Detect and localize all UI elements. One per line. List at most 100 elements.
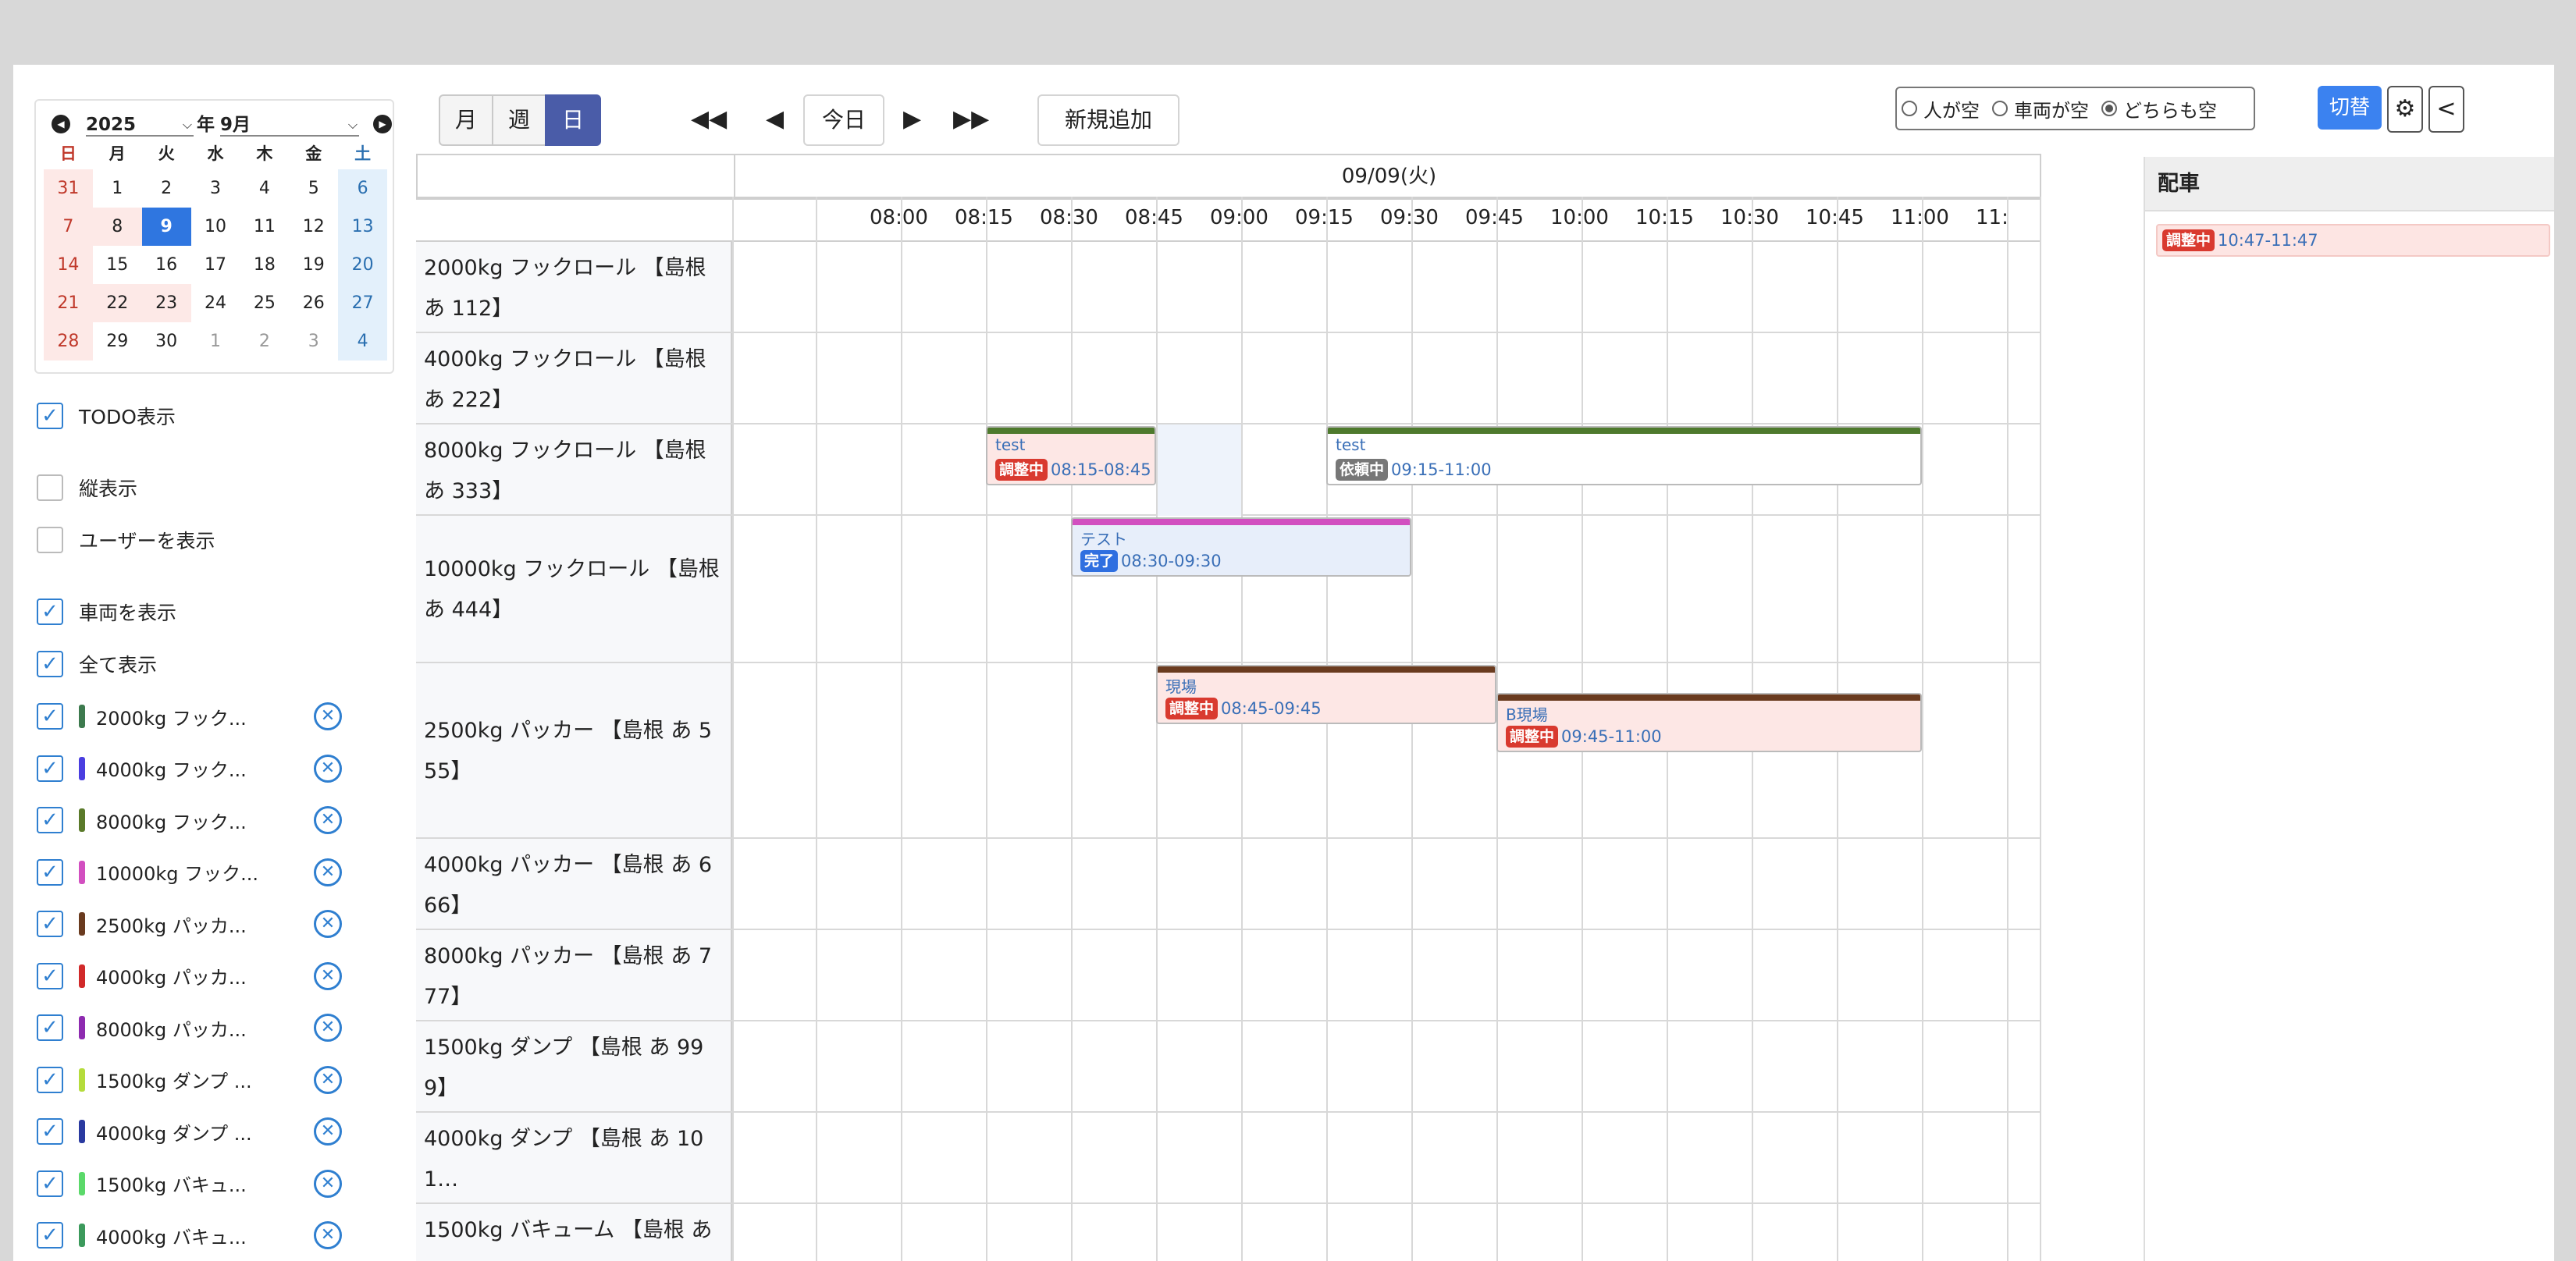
calendar-day[interactable]: 11 bbox=[240, 208, 289, 246]
vehicle-filter-item[interactable]: ✓ 2500kg パッカ... ✕ bbox=[37, 908, 365, 940]
view-month-button[interactable]: 月 bbox=[439, 94, 493, 146]
vertical-checkbox[interactable] bbox=[37, 474, 63, 501]
vehicle-filter-item[interactable]: ✓ 2000kg フック... ✕ bbox=[37, 701, 365, 732]
switch-button[interactable]: 切替 bbox=[2318, 86, 2382, 130]
calendar-day[interactable]: 14 bbox=[44, 246, 93, 284]
remove-icon[interactable]: ✕ bbox=[314, 1169, 342, 1198]
month-select[interactable]: 9月 ⌵ bbox=[220, 113, 359, 137]
year-select[interactable]: 2025 ⌵ bbox=[86, 113, 194, 137]
vehicle-checkbox[interactable]: ✓ bbox=[37, 755, 63, 782]
radio-dot[interactable] bbox=[1902, 101, 1917, 116]
calendar-day[interactable]: 5 bbox=[289, 169, 338, 208]
show-users-checkbox[interactable] bbox=[37, 527, 63, 553]
calendar-day[interactable]: 28 bbox=[44, 322, 93, 361]
vehicle-filter-item[interactable]: ✓ 8000kg フック... ✕ bbox=[37, 805, 365, 836]
vertical-option[interactable]: 縦表示 bbox=[37, 472, 137, 503]
next-fast-icon[interactable]: ▶▶ bbox=[953, 104, 989, 135]
view-week-button[interactable]: 週 bbox=[492, 94, 546, 146]
vehicle-filter-item[interactable]: ✓ 1500kg バキュ... ✕ bbox=[37, 1168, 365, 1199]
vehicle-filter-item[interactable]: ✓ 8000kg パッカ... ✕ bbox=[37, 1012, 365, 1043]
vehicle-checkbox[interactable]: ✓ bbox=[37, 1014, 63, 1041]
vehicle-checkbox[interactable]: ✓ bbox=[37, 1118, 63, 1145]
vehicle-row[interactable]: 4000kg パッカー 【島根 あ 666】 bbox=[416, 839, 2041, 930]
remove-icon[interactable]: ✕ bbox=[314, 702, 342, 730]
next-icon[interactable]: ▶ bbox=[903, 104, 921, 135]
vehicle-row[interactable]: 4000kg ダンプ 【島根 あ 101… bbox=[416, 1113, 2041, 1204]
vehicle-filter-item[interactable]: ✓ 4000kg バキュ... ✕ bbox=[37, 1220, 365, 1251]
calendar-day[interactable]: 29 bbox=[93, 322, 142, 361]
view-day-button[interactable]: 日 bbox=[545, 94, 601, 146]
schedule-event[interactable]: テスト 完了 08:30-09:30 bbox=[1071, 517, 1411, 577]
vehicle-checkbox[interactable]: ✓ bbox=[37, 1066, 63, 1093]
calendar-day[interactable]: 9 bbox=[141, 208, 191, 246]
schedule-event[interactable]: test 依頼中 09:15-11:00 bbox=[1326, 426, 1922, 485]
vehicle-filter-item[interactable]: ✓ 10000kg フック... ✕ bbox=[37, 857, 365, 888]
calendar-day[interactable]: 24 bbox=[191, 284, 240, 322]
calendar-day[interactable]: 15 bbox=[93, 246, 142, 284]
calendar-day[interactable]: 4 bbox=[240, 169, 289, 208]
calendar-day[interactable]: 17 bbox=[191, 246, 240, 284]
remove-icon[interactable]: ✕ bbox=[314, 1014, 342, 1042]
radio-dot[interactable] bbox=[1992, 101, 2008, 116]
vehicle-checkbox[interactable]: ✓ bbox=[37, 911, 63, 937]
schedule-event[interactable]: B現場 調整中 09:45-11:00 bbox=[1496, 693, 1922, 752]
vehicle-row[interactable]: 8000kg パッカー 【島根 あ 777】 bbox=[416, 930, 2041, 1021]
radio-vehicle-empty[interactable]: 車両が空 bbox=[1992, 95, 2089, 123]
vehicle-checkbox[interactable]: ✓ bbox=[37, 1170, 63, 1197]
todo-option[interactable]: ✓ TODO表示 bbox=[37, 400, 176, 432]
calendar-day[interactable]: 8 bbox=[92, 208, 142, 246]
calendar-day[interactable]: 10 bbox=[191, 208, 240, 246]
calendar-day[interactable]: 12 bbox=[289, 208, 338, 246]
calendar-day[interactable]: 4 bbox=[338, 322, 388, 361]
show-vehicles-checkbox[interactable]: ✓ bbox=[37, 599, 63, 625]
calendar-day[interactable]: 2 bbox=[240, 322, 289, 361]
remove-icon[interactable]: ✕ bbox=[314, 1117, 342, 1146]
calendar-day[interactable]: 31 bbox=[44, 169, 93, 208]
calendar-day[interactable]: 27 bbox=[338, 284, 388, 322]
schedule-event[interactable]: test 調整中 08:15-08:45 bbox=[986, 426, 1156, 485]
calendar-day[interactable]: 3 bbox=[191, 169, 240, 208]
calendar-day[interactable]: 23 bbox=[141, 284, 191, 322]
show-all-option[interactable]: ✓ 全て表示 bbox=[37, 648, 157, 680]
radio-dot-selected[interactable] bbox=[2101, 101, 2117, 116]
collapse-panel-icon[interactable]: < bbox=[2428, 86, 2464, 133]
calendar-day[interactable]: 22 bbox=[92, 284, 142, 322]
vehicle-filter-item[interactable]: ✓ 4000kg フック... ✕ bbox=[37, 753, 365, 784]
calendar-day[interactable]: 30 bbox=[142, 322, 191, 361]
remove-icon[interactable]: ✕ bbox=[314, 754, 342, 783]
vehicle-checkbox[interactable]: ✓ bbox=[37, 1222, 63, 1249]
vehicle-row[interactable]: 2000kg フックロール 【島根 あ 112】 bbox=[416, 242, 2041, 333]
calendar-day[interactable]: 21 bbox=[44, 284, 93, 322]
calendar-day[interactable]: 20 bbox=[338, 246, 388, 284]
remove-icon[interactable]: ✕ bbox=[314, 1065, 342, 1094]
radio-person-empty[interactable]: 人が空 bbox=[1902, 95, 1980, 123]
show-users-option[interactable]: ユーザーを表示 bbox=[37, 524, 215, 556]
remove-icon[interactable]: ✕ bbox=[314, 858, 342, 886]
calendar-day[interactable]: 26 bbox=[289, 284, 338, 322]
vehicle-row[interactable]: 1500kg バキューム 【島根 あ bbox=[416, 1204, 2041, 1261]
calendar-day[interactable]: 19 bbox=[289, 246, 338, 284]
vehicle-row[interactable]: 1500kg ダンプ 【島根 あ 999】 bbox=[416, 1021, 2041, 1113]
calendar-day[interactable]: 3 bbox=[289, 322, 338, 361]
todo-checkbox[interactable]: ✓ bbox=[37, 403, 63, 429]
prev-icon[interactable]: ◀ bbox=[766, 104, 784, 135]
calendar-day[interactable]: 6 bbox=[338, 169, 388, 208]
show-all-checkbox[interactable]: ✓ bbox=[37, 651, 63, 677]
vehicle-filter-item[interactable]: ✓ 4000kg ダンプ ... ✕ bbox=[37, 1116, 365, 1147]
gear-icon[interactable]: ⚙ bbox=[2387, 86, 2423, 133]
calendar-day[interactable]: 7 bbox=[44, 208, 93, 246]
today-button[interactable]: 今日 bbox=[803, 94, 884, 146]
vehicle-checkbox[interactable]: ✓ bbox=[37, 807, 63, 833]
prev-month-icon[interactable]: ◀ bbox=[52, 115, 70, 133]
vehicle-checkbox[interactable]: ✓ bbox=[37, 703, 63, 730]
highlight-cell[interactable] bbox=[1156, 424, 1241, 516]
schedule-event[interactable]: 現場 調整中 08:45-09:45 bbox=[1156, 665, 1496, 724]
calendar-day[interactable]: 18 bbox=[240, 246, 289, 284]
next-month-icon[interactable]: ▶ bbox=[373, 115, 392, 133]
vehicle-filter-item[interactable]: ✓ 4000kg パッカ... ✕ bbox=[37, 961, 365, 992]
dispatch-item[interactable]: 調整中 10:47-11:47 bbox=[2156, 224, 2550, 257]
prev-fast-icon[interactable]: ◀◀ bbox=[691, 104, 727, 135]
new-button[interactable]: 新規追加 bbox=[1037, 94, 1179, 146]
remove-icon[interactable]: ✕ bbox=[314, 1221, 342, 1249]
vehicle-checkbox[interactable]: ✓ bbox=[37, 962, 63, 989]
